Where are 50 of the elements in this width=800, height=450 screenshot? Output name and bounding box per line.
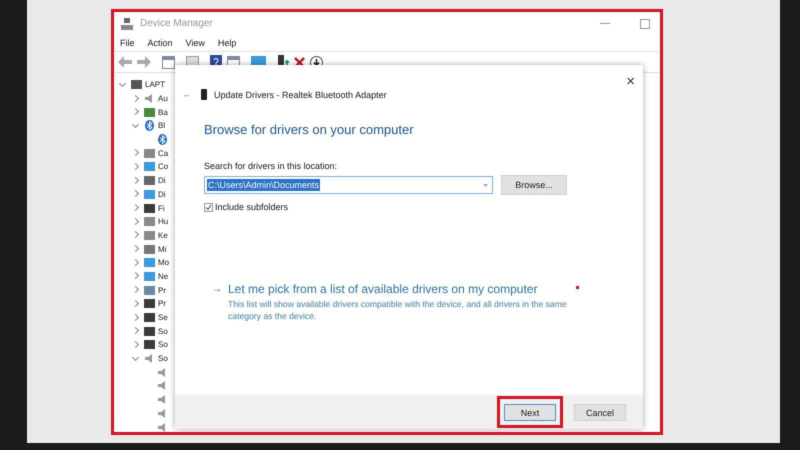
tree-item[interactable]: So — [158, 340, 168, 350]
bluetooth-icon — [157, 134, 168, 146]
tree-item[interactable]: Ba — [158, 108, 168, 117]
tree-item[interactable]: Ne — [158, 272, 168, 281]
cancel-button[interactable]: Cancel — [574, 404, 626, 422]
arrow-glyph: → — [212, 283, 222, 297]
tree-item[interactable]: Co — [158, 162, 168, 172]
checkbox-label[interactable]: Include subfolders — [215, 202, 288, 212]
tree-item[interactable]: Ca — [158, 148, 168, 158]
back-arrow-icon[interactable] — [118, 56, 132, 68]
menu-item[interactable]: File — [120, 38, 135, 48]
forward-arrow-icon[interactable] — [137, 56, 151, 68]
tree-item[interactable]: Fi — [158, 204, 165, 213]
tree-item[interactable]: Di — [158, 190, 166, 199]
dialog-heading: Browse for drivers on your computer — [204, 122, 415, 137]
tree-item[interactable]: Pr — [158, 286, 166, 295]
next-button[interactable]: Next — [504, 404, 556, 422]
menu-item[interactable]: View — [186, 38, 205, 48]
tree-item[interactable]: Au — [158, 94, 168, 104]
window-icon[interactable] — [162, 56, 175, 68]
maximize-icon[interactable] — [640, 18, 650, 28]
tree-item[interactable]: Di — [158, 176, 166, 186]
window-title: Device Manager — [140, 18, 213, 29]
tree-item[interactable]: Hu — [158, 217, 168, 226]
tree-item[interactable]: Mo — [158, 258, 170, 268]
tree-item[interactable]: Se — [158, 313, 168, 322]
tree-item[interactable]: So — [158, 326, 168, 336]
menu-item[interactable]: Action — [148, 38, 173, 48]
close-button[interactable]: × — [626, 74, 635, 89]
location-label: Search for drivers in this location: — [204, 161, 338, 171]
link-description: This list will show available drivers compatible with the device, and all drivers in the same category as the device. — [228, 298, 568, 322]
dialog-title: Update Drivers - Realtek Bluetooth Adapter — [214, 90, 387, 100]
checkbox[interactable] — [204, 202, 213, 212]
back-button[interactable]: ← — [183, 90, 191, 99]
tree-item[interactable]: So — [158, 354, 168, 364]
menu-item[interactable]: Help — [218, 38, 236, 48]
tree-item[interactable]: Ke — [158, 230, 168, 240]
tree-item[interactable]: Mi — [158, 244, 166, 254]
minimize-icon[interactable] — [600, 22, 610, 24]
device-manager-icon — [120, 16, 134, 30]
tree-item[interactable]: LAPT — [145, 80, 166, 90]
browse-button[interactable]: Browse... — [501, 175, 567, 195]
close-icon[interactable] — [294, 56, 305, 68]
tree-item[interactable]: Bl — [158, 121, 166, 130]
dropdown-caret-icon[interactable] — [483, 184, 488, 186]
adapter-icon — [201, 89, 207, 100]
bluetooth-icon — [144, 120, 155, 132]
location-field[interactable]: C:\Users\Admin\Documents — [204, 176, 493, 194]
tree-item[interactable]: Pr — [158, 299, 166, 308]
pick-driver-link[interactable]: Let me pick from a list of available drivers on my computer — [228, 282, 588, 296]
